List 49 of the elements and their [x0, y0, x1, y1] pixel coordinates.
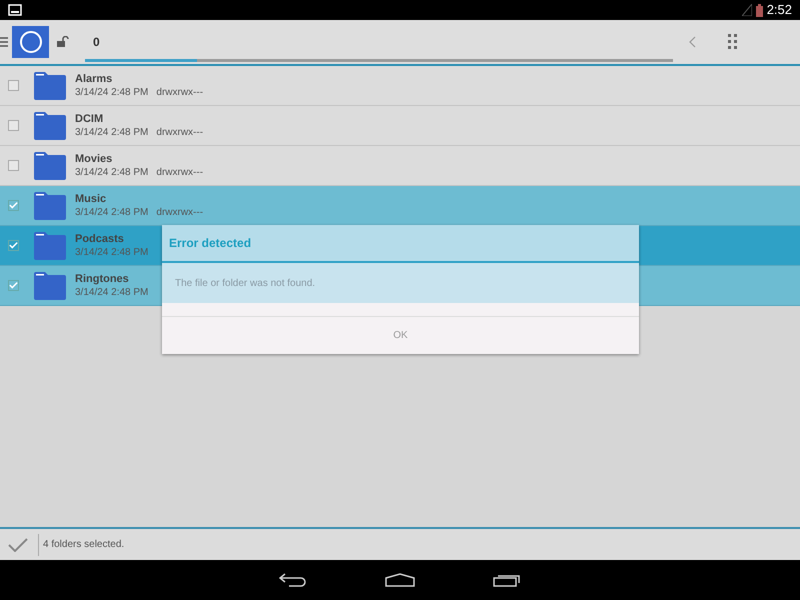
folder-icon — [33, 190, 67, 220]
checkbox[interactable] — [8, 160, 19, 171]
checkbox[interactable] — [8, 80, 19, 91]
checkbox[interactable] — [8, 240, 19, 251]
file-row[interactable]: Alarms 3/14/24 2:48 PM drwxrwx--- — [0, 66, 800, 106]
folder-name: Movies — [75, 152, 114, 166]
modified-date: 3/14/24 2:48 PM — [75, 206, 148, 220]
menu-icon[interactable] — [0, 36, 8, 48]
folder-name: Alarms — [75, 72, 114, 86]
selection-count: 4 folders selected. — [43, 538, 124, 552]
checkmark-icon[interactable] — [8, 538, 28, 552]
app-logo-icon[interactable] — [12, 26, 49, 58]
checkbox[interactable] — [8, 120, 19, 131]
file-row[interactable]: Music 3/14/24 2:48 PM drwxrwx--- — [0, 186, 800, 226]
folder-icon — [33, 110, 67, 140]
dialog-title: Error detected — [162, 225, 639, 263]
modified-date: 3/14/24 2:48 PM — [75, 286, 148, 300]
folder-name: Music — [75, 192, 108, 206]
recent-apps-icon[interactable] — [493, 573, 521, 587]
folder-name: Ringtones — [75, 272, 130, 286]
battery-icon — [756, 4, 763, 16]
folder-icon — [33, 270, 67, 300]
checkbox[interactable] — [8, 200, 19, 211]
path-text: 0 — [93, 34, 101, 50]
grid-dots-icon[interactable] — [728, 34, 738, 50]
clock-time: 2:52 — [766, 1, 792, 20]
permissions: drwxrwx--- — [156, 206, 204, 220]
file-row[interactable]: Movies 3/14/24 2:48 PM drwxrwx--- — [0, 146, 800, 186]
folder-name: DCIM — [75, 112, 104, 126]
back-chevron-icon[interactable] — [689, 36, 696, 48]
modified-date: 3/14/24 2:48 PM — [75, 126, 148, 140]
dialog-message: The file or folder was not found. — [162, 263, 639, 303]
folder-icon — [33, 150, 67, 180]
checkbox[interactable] — [8, 280, 19, 291]
modified-date: 3/14/24 2:48 PM — [75, 86, 148, 100]
screen-icon — [8, 4, 22, 16]
permissions: drwxrwx--- — [156, 166, 204, 180]
modified-date: 3/14/24 2:48 PM — [75, 166, 148, 180]
folder-icon — [33, 230, 67, 260]
signal-icon — [742, 4, 752, 16]
folder-icon — [33, 70, 67, 100]
back-icon[interactable] — [279, 573, 307, 587]
permissions: drwxrwx--- — [156, 86, 204, 100]
permissions: drwxrwx--- — [156, 126, 204, 140]
file-row[interactable]: DCIM 3/14/24 2:48 PM drwxrwx--- — [0, 106, 800, 146]
modified-date: 3/14/24 2:48 PM — [75, 246, 148, 260]
unlocked-padlock-icon[interactable] — [57, 36, 69, 48]
home-icon[interactable] — [385, 573, 415, 587]
folder-name: Podcasts — [75, 232, 125, 246]
